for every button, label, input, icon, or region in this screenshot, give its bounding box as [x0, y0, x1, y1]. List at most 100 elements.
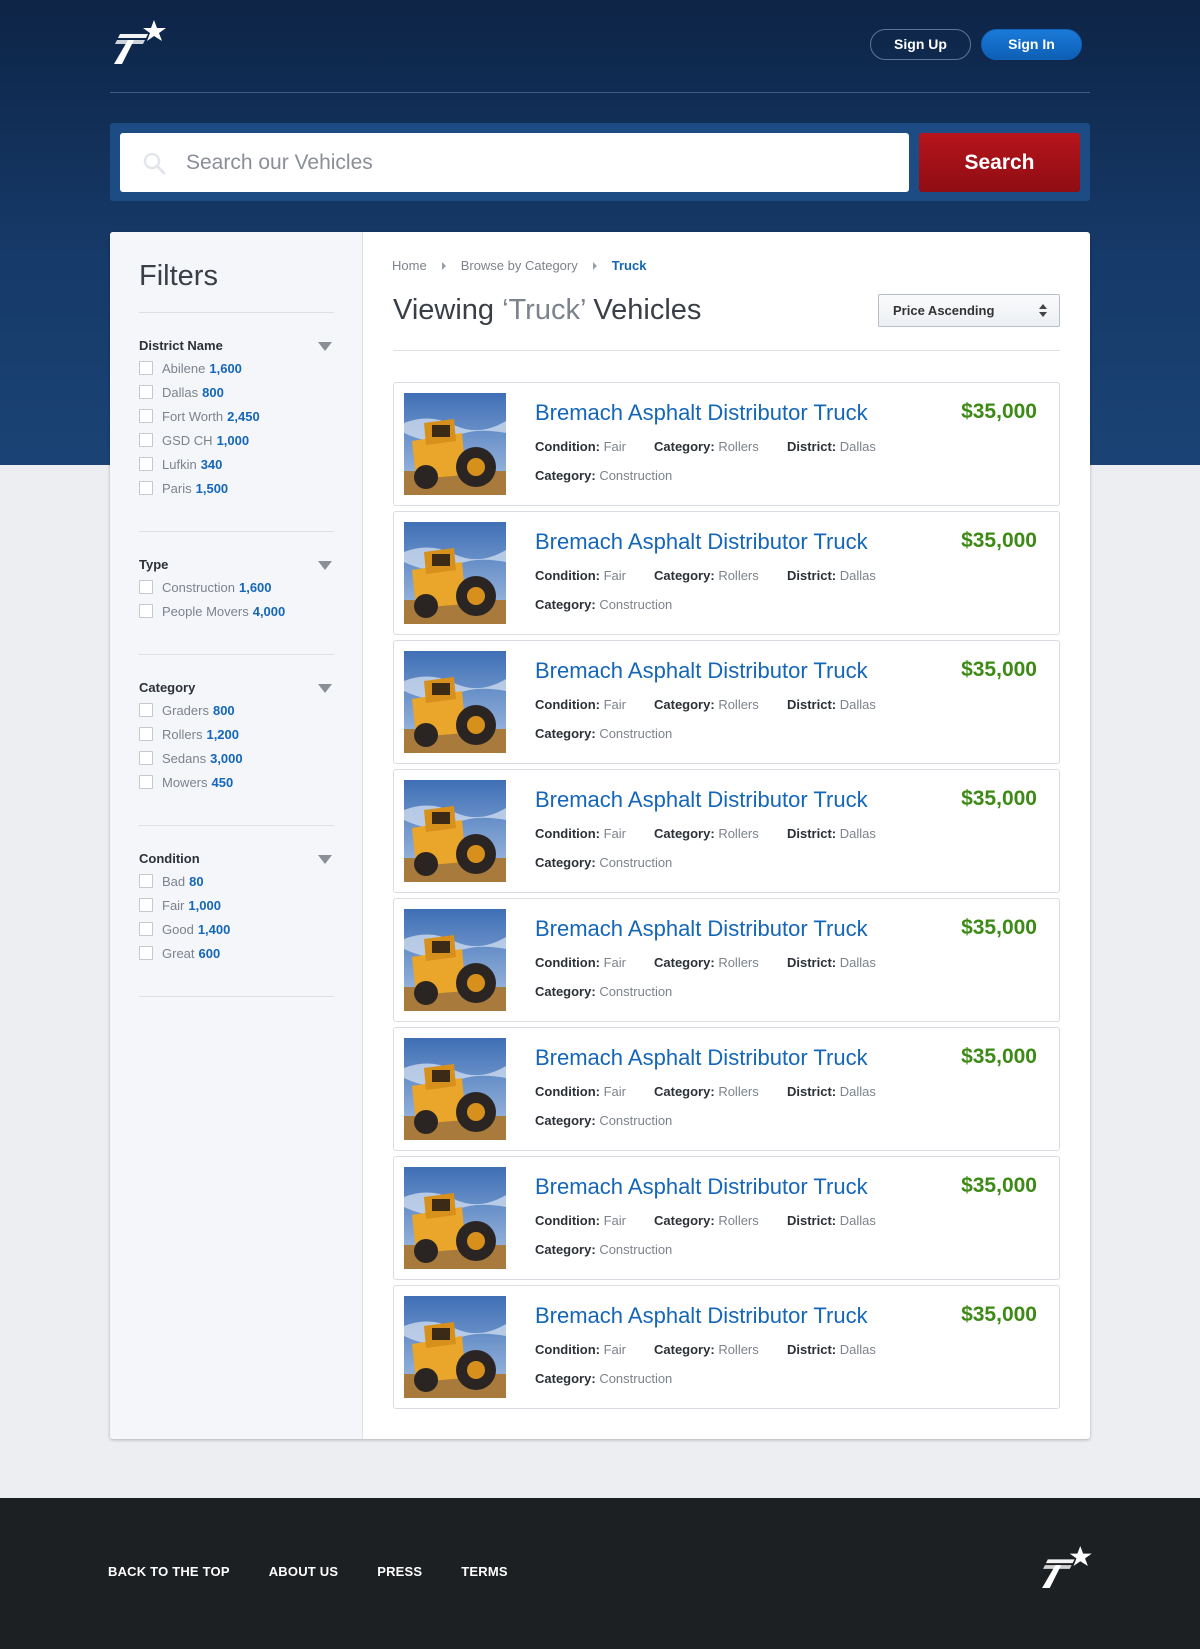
meta-value: Dallas — [839, 697, 876, 712]
filter-option[interactable]: GSD CH 1,000 — [139, 428, 334, 452]
listing-card[interactable]: Bremach Asphalt Distributor Truck $35,000… — [393, 1027, 1060, 1151]
checkbox[interactable] — [139, 946, 153, 960]
listing-card[interactable]: Bremach Asphalt Distributor Truck $35,000… — [393, 1156, 1060, 1280]
triangle-down-icon[interactable] — [318, 561, 332, 570]
filter-option[interactable]: Great 600 — [139, 941, 334, 965]
filter-option[interactable]: Sedans 3,000 — [139, 746, 334, 770]
checkbox[interactable] — [139, 361, 153, 375]
breadcrumb-home[interactable]: Home — [392, 258, 427, 273]
filter-option-label: Fort Worth — [162, 408, 224, 424]
filter-option-count: 4,000 — [252, 603, 286, 619]
vehicle-thumbnail[interactable] — [404, 909, 506, 1011]
listing-district: District: Dallas — [787, 955, 876, 970]
filter-option[interactable]: Construction 1,600 — [139, 575, 334, 599]
sign-in-button[interactable]: Sign In — [981, 29, 1082, 60]
listing-title[interactable]: Bremach Asphalt Distributor Truck — [535, 1174, 868, 1200]
listing-title[interactable]: Bremach Asphalt Distributor Truck — [535, 658, 868, 684]
filter-option[interactable]: People Movers 4,000 — [139, 599, 334, 623]
checkbox[interactable] — [139, 727, 153, 741]
checkbox[interactable] — [139, 898, 153, 912]
vehicle-thumbnail[interactable] — [404, 393, 506, 495]
filter-option[interactable]: Fort Worth 2,450 — [139, 404, 334, 428]
filter-option[interactable]: Dallas 800 — [139, 380, 334, 404]
listing-title[interactable]: Bremach Asphalt Distributor Truck — [535, 916, 868, 942]
checkbox[interactable] — [139, 409, 153, 423]
checkbox[interactable] — [139, 775, 153, 789]
meta-value: Fair — [603, 1342, 626, 1357]
top-navigation: Sign Up Sign In — [110, 0, 1090, 93]
checkbox[interactable] — [139, 385, 153, 399]
footer-link-about-us[interactable]: ABOUT US — [269, 1564, 339, 1579]
star-logo-icon[interactable] — [1038, 1546, 1092, 1588]
up-down-arrows-icon — [1039, 304, 1047, 318]
listing-card[interactable]: Bremach Asphalt Distributor Truck $35,000… — [393, 640, 1060, 764]
filter-group-category: Category Graders 800 Rollers 1,200 Sedans 3… — [139, 678, 334, 794]
listing-card[interactable]: Bremach Asphalt Distributor Truck $35,000… — [393, 511, 1060, 635]
meta-label: District: — [787, 439, 837, 454]
filter-option-count: 1,400 — [197, 921, 231, 937]
listing-title[interactable]: Bremach Asphalt Distributor Truck — [535, 1045, 868, 1071]
filter-option-label: Abilene — [162, 360, 206, 376]
vehicle-thumbnail[interactable] — [404, 1038, 506, 1140]
checkbox[interactable] — [139, 457, 153, 471]
filter-option[interactable]: Good 1,400 — [139, 917, 334, 941]
meta-value: Construction — [599, 855, 673, 870]
listing-category-secondary: Category: Construction — [535, 468, 672, 483]
checkbox[interactable] — [139, 874, 153, 888]
page-title: Viewing ‘Truck’ Vehicles — [393, 294, 701, 327]
listing-card[interactable]: Bremach Asphalt Distributor Truck $35,000… — [393, 382, 1060, 506]
listing-card[interactable]: Bremach Asphalt Distributor Truck $35,000… — [393, 1285, 1060, 1409]
vehicle-thumbnail[interactable] — [404, 1296, 506, 1398]
vehicle-thumbnail[interactable] — [404, 1167, 506, 1269]
vehicle-thumbnail[interactable] — [404, 651, 506, 753]
listing-card[interactable]: Bremach Asphalt Distributor Truck $35,000… — [393, 769, 1060, 893]
listing-title[interactable]: Bremach Asphalt Distributor Truck — [535, 1303, 868, 1329]
star-logo-icon[interactable] — [110, 20, 166, 64]
triangle-down-icon[interactable] — [318, 342, 332, 351]
breadcrumb-current[interactable]: Truck — [612, 258, 647, 273]
filter-option-count: 450 — [211, 774, 234, 790]
checkbox[interactable] — [139, 922, 153, 936]
filter-option[interactable]: Lufkin 340 — [139, 452, 334, 476]
filter-option[interactable]: Fair 1,000 — [139, 893, 334, 917]
breadcrumb-browse[interactable]: Browse by Category — [461, 258, 578, 273]
listing-category: Category: Rollers — [654, 697, 759, 712]
checkbox[interactable] — [139, 751, 153, 765]
footer-link-press[interactable]: PRESS — [377, 1564, 422, 1579]
sign-up-button[interactable]: Sign Up — [870, 29, 971, 60]
vehicle-thumbnail[interactable] — [404, 780, 506, 882]
vehicle-thumbnail[interactable] — [404, 522, 506, 624]
filter-option[interactable]: Bad 80 — [139, 869, 334, 893]
meta-value: Fair — [603, 568, 626, 583]
filter-option-count: 1,500 — [195, 480, 229, 496]
search-button[interactable]: Search — [919, 133, 1080, 192]
listing-title[interactable]: Bremach Asphalt Distributor Truck — [535, 400, 868, 426]
filter-option[interactable]: Paris 1,500 — [139, 476, 334, 500]
triangle-down-icon[interactable] — [318, 684, 332, 693]
meta-label: District: — [787, 1342, 837, 1357]
divider — [139, 654, 334, 655]
checkbox[interactable] — [139, 703, 153, 717]
footer-link-terms[interactable]: TERMS — [461, 1564, 508, 1579]
filter-option-label: GSD CH — [162, 432, 213, 448]
meta-value: Construction — [599, 1242, 673, 1257]
checkbox[interactable] — [139, 433, 153, 447]
listing-title[interactable]: Bremach Asphalt Distributor Truck — [535, 529, 868, 555]
checkbox[interactable] — [139, 604, 153, 618]
listing-condition: Condition: Fair — [535, 1084, 626, 1099]
listing-card[interactable]: Bremach Asphalt Distributor Truck $35,000… — [393, 898, 1060, 1022]
page-title-suffix: Vehicles — [585, 294, 702, 326]
triangle-down-icon[interactable] — [318, 855, 332, 864]
filter-option[interactable]: Graders 800 — [139, 698, 334, 722]
filter-option[interactable]: Mowers 450 — [139, 770, 334, 794]
footer-link-back-to-top[interactable]: BACK TO THE TOP — [108, 1564, 230, 1579]
filter-group-title: District Name — [139, 338, 223, 353]
search-input[interactable] — [186, 133, 886, 192]
checkbox[interactable] — [139, 580, 153, 594]
filter-group-title: Condition — [139, 851, 200, 866]
filter-option[interactable]: Abilene 1,600 — [139, 356, 334, 380]
filter-option[interactable]: Rollers 1,200 — [139, 722, 334, 746]
sort-select[interactable]: Price Ascending — [878, 294, 1060, 327]
listing-title[interactable]: Bremach Asphalt Distributor Truck — [535, 787, 868, 813]
checkbox[interactable] — [139, 481, 153, 495]
